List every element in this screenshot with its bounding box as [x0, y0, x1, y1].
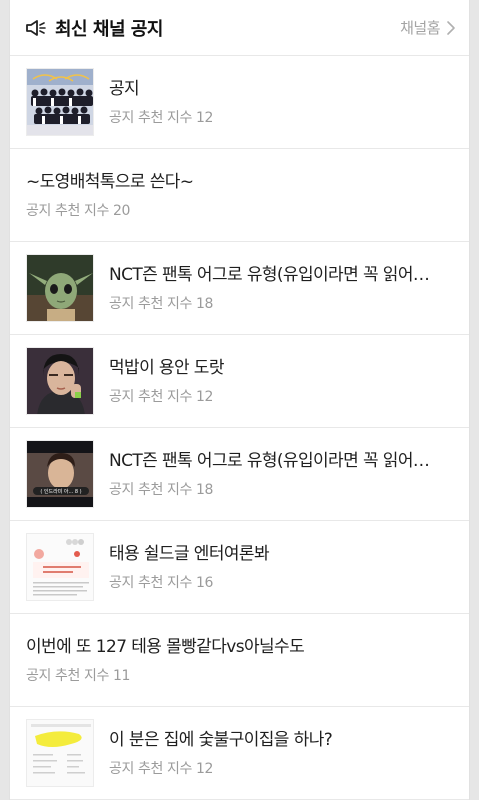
- notice-list: 공지 공지 추천 지수12 ~도영배척톡으로 쓴다~ 공지 추천 지수20: [10, 56, 469, 800]
- post-title: 공지: [109, 78, 140, 99]
- panel-title: 최신 채널 공지: [55, 18, 163, 40]
- post-thumbnail: [26, 347, 94, 415]
- post-thumbnail: [26, 533, 94, 601]
- recommend-label: 공지 추천 지수: [109, 574, 192, 591]
- notice-item[interactable]: 이 분은 집에 숯불구이집을 하나? 공지 추천 지수 12: [10, 707, 469, 800]
- post-title: ~도영배척톡으로 쓴다~: [26, 171, 194, 192]
- recommend-label: 공지 추천 지수: [109, 760, 192, 777]
- post-thumbnail: [26, 254, 94, 322]
- recommend-label: 공지 추천 지수: [109, 388, 192, 405]
- post-meta: 공지 추천 지수 20: [26, 202, 453, 220]
- notice-item[interactable]: 먹밥이 용안 도랏 공지 추천 지수 12: [10, 335, 469, 428]
- recommend-score: 12: [195, 388, 213, 405]
- notice-panel: 최신 채널 공지 채널홈 공지 공지 추천 지수 12 ~도영배척톡으로 쓴다~…: [9, 0, 470, 800]
- post-title: 먹밥이 용안 도랏: [109, 357, 224, 378]
- post-title: 태용 쉴드글 엔터여론봐: [109, 543, 270, 564]
- notice-item[interactable]: ( 인드라미 아... 8 ) NCT즌 팬톡 어그로 유형(유입이라면 꼭 읽…: [10, 428, 469, 521]
- notice-item[interactable]: ~도영배척톡으로 쓴다~ 공지 추천 지수 20: [10, 149, 469, 242]
- recommend-score: 18: [195, 481, 213, 498]
- panel-header: 최신 채널 공지 채널홈: [10, 0, 469, 56]
- post-title: NCT즌 팬톡 어그로 유형(유입이라면 꼭 읽어…: [109, 264, 430, 285]
- recommend-label: 공지 추천 지수: [26, 202, 109, 219]
- recommend-score: 20: [112, 202, 130, 219]
- post-meta: 공지 추천 지수 12: [109, 388, 453, 406]
- recommend-score: 11: [112, 667, 130, 684]
- post-thumbnail: ( 인드라미 아... 8 ): [26, 440, 94, 508]
- notice-item[interactable]: 이번에 또 127 테용 몰빵같다vs아닐수도 공지 추천 지수 11: [10, 614, 469, 707]
- chevron-right-icon: [446, 20, 456, 36]
- recommend-score: 12: [195, 109, 213, 126]
- post-meta: 공지 추천 지수 12: [109, 760, 453, 778]
- post-thumbnail: [26, 68, 94, 136]
- post-meta: 공지 추천 지수 16: [109, 574, 453, 592]
- notice-item[interactable]: NCT즌 팬톡 어그로 유형(유입이라면 꼭 읽어… 공지 추천 지수 18: [10, 242, 469, 335]
- post-meta: 공지 추천 지수 18: [109, 481, 453, 499]
- megaphone-icon: [25, 17, 47, 39]
- post-meta: 공지 추천 지수 12: [109, 109, 453, 127]
- recommend-label: 공지 추천 지수: [109, 109, 192, 126]
- notice-item[interactable]: 공지 공지 추천 지수 12: [10, 56, 469, 149]
- post-meta: 공지 추천 지수 18: [109, 295, 453, 313]
- post-meta: 공지 추천 지수 11: [26, 667, 453, 685]
- post-title: 이 분은 집에 숯불구이집을 하나?: [109, 729, 333, 750]
- notice-item[interactable]: 태용 쉴드글 엔터여론봐 공지 추천 지수 16: [10, 521, 469, 614]
- recommend-score: 18: [195, 295, 213, 312]
- recommend-label: 공지 추천 지수: [26, 667, 109, 684]
- post-thumbnail: [26, 719, 94, 787]
- recommend-score: 16: [195, 574, 213, 591]
- post-title: NCT즌 팬톡 어그로 유형(유입이라면 꼭 읽어…: [109, 450, 430, 471]
- recommend-label: 공지 추천 지수: [109, 481, 192, 498]
- channel-home-link[interactable]: 채널홈: [400, 17, 456, 38]
- recommend-label: 공지 추천 지수: [109, 295, 192, 312]
- channel-home-label: 채널홈: [400, 19, 440, 37]
- thumb-caption: ( 인드라미 아... 8 ): [40, 488, 81, 495]
- post-title: 이번에 또 127 테용 몰빵같다vs아닐수도: [26, 636, 305, 657]
- recommend-score: 12: [195, 760, 213, 777]
